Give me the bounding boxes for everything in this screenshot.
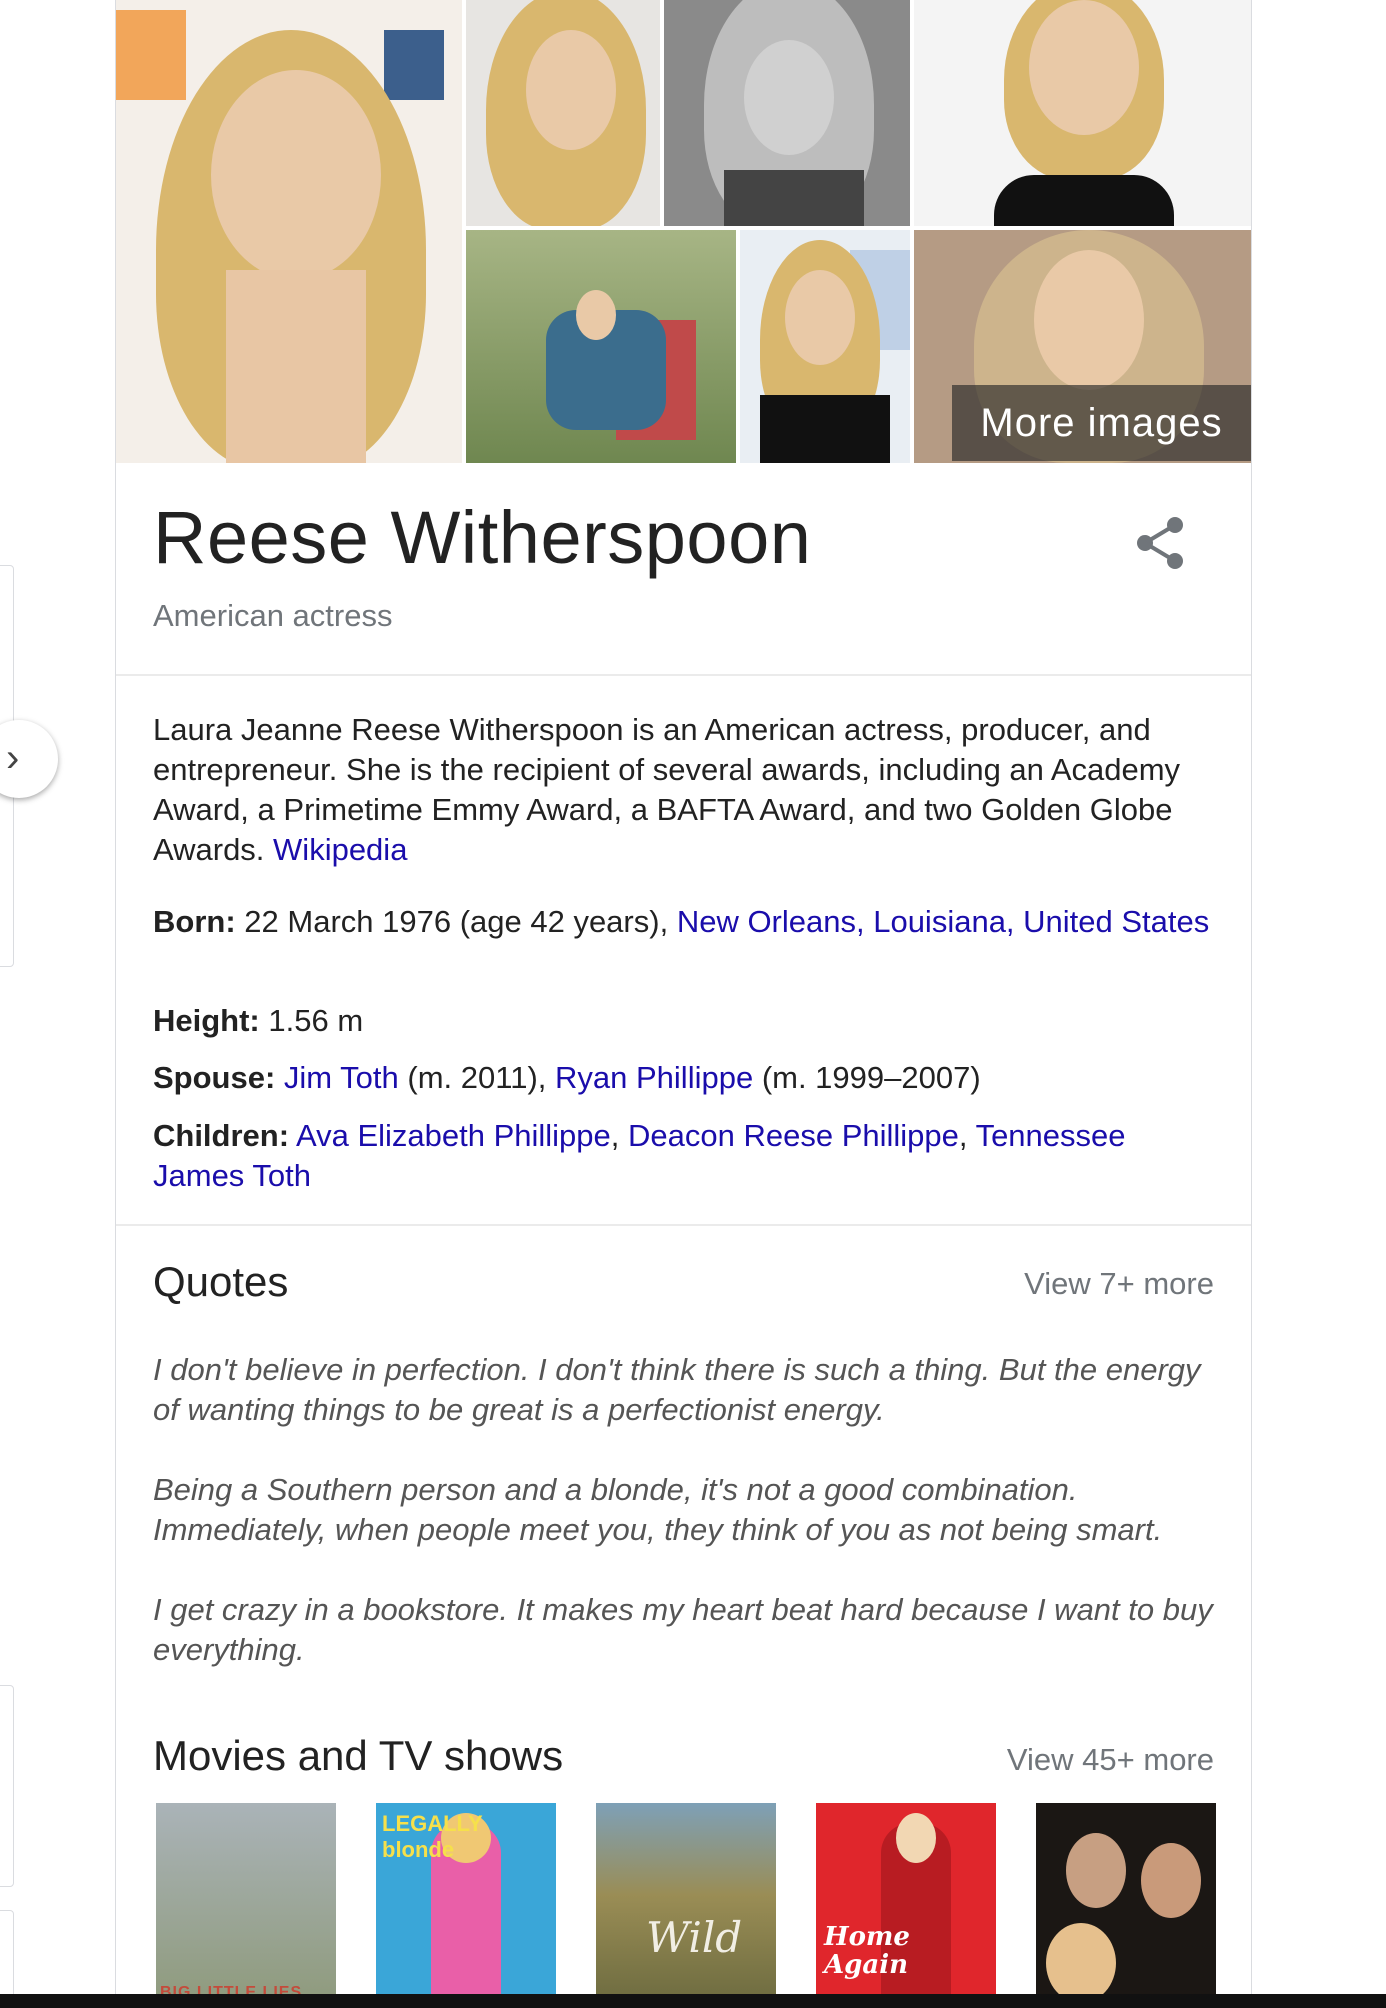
movie-poster[interactable]: LEGALLY blonde xyxy=(376,1803,556,2008)
carousel-next-button[interactable]: › xyxy=(0,720,58,798)
spouse-link-1[interactable]: Jim Toth xyxy=(284,1060,399,1095)
movies-view-more[interactable]: View 45+ more xyxy=(1007,1742,1214,1778)
entity-subtitle: American actress xyxy=(153,598,393,633)
poster-title: LEGALLY blonde xyxy=(382,1811,483,1862)
movie-poster[interactable]: Wild xyxy=(596,1803,776,2008)
entity-description: Laura Jeanne Reese Witherspoon is an Ame… xyxy=(153,710,1213,870)
gallery-photo-6[interactable] xyxy=(740,230,910,463)
poster-title: Wild xyxy=(646,1913,743,1962)
gallery-photo-4[interactable] xyxy=(914,0,1251,226)
fact-height: Height: 1.56 m xyxy=(153,1001,1213,1041)
share-icon[interactable] xyxy=(1133,515,1189,571)
gallery-photo-5[interactable] xyxy=(466,230,736,463)
quotes-view-more[interactable]: View 7+ more xyxy=(1024,1266,1214,1302)
chevron-right-icon: › xyxy=(6,736,20,780)
bottom-bar xyxy=(0,1994,1386,2008)
knowledge-panel: More images Reese Witherspoon American a… xyxy=(115,0,1252,2008)
fact-spouse: Spouse: Jim Toth (m. 2011), Ryan Phillip… xyxy=(153,1058,1213,1098)
movie-poster[interactable]: Home Again xyxy=(816,1803,996,2008)
spouse-label: Spouse: xyxy=(153,1060,276,1095)
spouse-note-1: (m. 2011), xyxy=(407,1060,547,1095)
poster-title: Cruel Intentions xyxy=(1036,1803,1044,1804)
quote-item: I get crazy in a bookstore. It makes my … xyxy=(153,1592,1213,1667)
born-value: 22 March 1976 (age 42 years), xyxy=(244,904,669,939)
movie-poster[interactable]: Cruel Intentions xyxy=(1036,1803,1216,2008)
poster-title: Home Again xyxy=(824,1922,910,1980)
entity-title: Reese Witherspoon xyxy=(153,496,812,579)
child-link-2[interactable]: Deacon Reese Phillippe xyxy=(628,1118,959,1153)
main-photo[interactable] xyxy=(116,0,462,463)
divider xyxy=(116,674,1251,676)
quote-item: I don't believe in perfection. I don't t… xyxy=(153,1352,1201,1427)
more-images-label: More images xyxy=(980,400,1223,445)
gallery-photo-2[interactable] xyxy=(466,0,660,226)
more-images-button[interactable]: More images xyxy=(952,385,1251,461)
height-label: Height: xyxy=(153,1003,260,1038)
movie-poster[interactable]: BIG LITTLE LIES xyxy=(156,1803,336,2008)
child-link-1[interactable]: Ava Elizabeth Phillippe xyxy=(296,1118,611,1153)
spouse-link-2[interactable]: Ryan Phillippe xyxy=(555,1060,753,1095)
movies-heading: Movies and TV shows xyxy=(153,1732,564,1779)
children-label: Children: xyxy=(153,1118,290,1153)
side-card-bottom xyxy=(0,1910,14,2002)
fact-born: Born: 22 March 1976 (age 42 years), New … xyxy=(153,902,1213,942)
gallery-photo-3[interactable] xyxy=(664,0,910,226)
divider xyxy=(116,1224,1251,1226)
quote-item: Being a Southern person and a blonde, it… xyxy=(153,1472,1163,1547)
born-place-link[interactable]: New Orleans, Louisiana, United States xyxy=(677,904,1209,939)
wikipedia-link[interactable]: Wikipedia xyxy=(273,832,407,867)
height-value: 1.56 m xyxy=(268,1003,364,1038)
quotes-heading: Quotes xyxy=(153,1258,289,1305)
born-label: Born: xyxy=(153,904,236,939)
side-card-mid xyxy=(0,1685,14,1887)
spouse-note-2: (m. 1999–2007) xyxy=(761,1060,981,1095)
fact-children: Children: Ava Elizabeth Phillippe, Deaco… xyxy=(153,1118,1126,1193)
